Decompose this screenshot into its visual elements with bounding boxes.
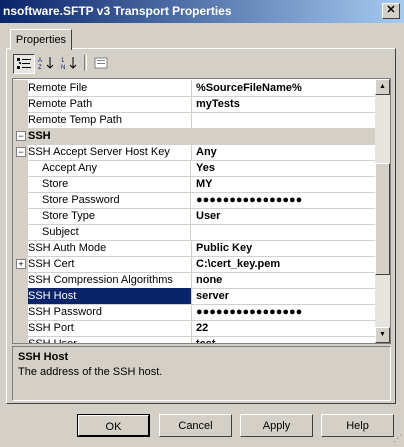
property-row[interactable]: SSH Auth Mode Public Key [13, 240, 375, 257]
property-name: Remote Temp Path [28, 112, 192, 128]
cancel-button[interactable]: Cancel [159, 414, 232, 437]
property-row[interactable]: Remote File %SourceFileName% [13, 80, 375, 97]
row-gutter: − [13, 128, 28, 144]
svg-text:Z: Z [38, 65, 42, 70]
scroll-up-icon[interactable]: ▲ [375, 79, 390, 95]
property-name: SSH User [28, 336, 192, 343]
row-gutter [13, 272, 28, 288]
property-value[interactable]: %SourceFileName% [193, 80, 375, 96]
svg-text:A: A [38, 58, 42, 64]
row-gutter [13, 112, 28, 128]
row-gutter [13, 80, 28, 96]
row-gutter [13, 240, 28, 256]
row-gutter [13, 224, 28, 240]
property-pages-icon[interactable] [91, 54, 111, 72]
property-value[interactable]: ●●●●●●●●●●●●●●●● [193, 192, 375, 208]
ok-button[interactable]: OK [77, 414, 150, 437]
row-gutter [13, 176, 28, 192]
property-value[interactable]: myTests [193, 96, 375, 112]
property-value[interactable]: C:\cert_key.pem [193, 256, 375, 272]
row-gutter [13, 192, 28, 208]
property-value[interactable]: Yes [193, 160, 375, 176]
row-gutter [13, 160, 28, 176]
property-name: SSH Port [28, 320, 192, 336]
categorized-icon[interactable] [13, 54, 35, 74]
row-gutter [13, 336, 28, 343]
property-value[interactable]: MY [193, 176, 375, 192]
property-value[interactable]: test [193, 336, 375, 343]
property-name: Remote Path [28, 96, 192, 112]
description-title: SSH Host [18, 351, 69, 363]
expand-icon[interactable]: + [16, 259, 26, 269]
property-value[interactable] [193, 224, 375, 240]
row-gutter [13, 304, 28, 320]
sort-numeric-icon[interactable]: 1N [59, 54, 79, 72]
scroll-thumb[interactable] [375, 163, 390, 275]
property-row[interactable]: SSH Port 22 [13, 320, 375, 337]
property-name: Subject [28, 224, 191, 240]
vertical-scrollbar[interactable]: ▲ ▼ [375, 79, 390, 343]
property-name: SSH Accept Server Host Key [28, 144, 192, 160]
property-row[interactable]: SSH Password ●●●●●●●●●●●●●●●● [13, 304, 375, 321]
property-value[interactable]: ●●●●●●●●●●●●●●●● [193, 304, 375, 320]
category-row[interactable]: − SSH [13, 128, 375, 145]
property-name: Accept Any [28, 160, 191, 176]
property-value[interactable]: none [193, 272, 375, 288]
property-row[interactable]: Store MY [13, 176, 375, 193]
property-name: SSH [28, 130, 51, 142]
property-row[interactable]: Remote Temp Path [13, 112, 375, 129]
property-row[interactable]: SSH Host server [13, 288, 375, 305]
svg-text:1: 1 [61, 58, 65, 64]
row-gutter [13, 208, 28, 224]
alphabetical-icon[interactable]: AZ [36, 54, 56, 72]
property-row[interactable]: SSH User test [13, 336, 375, 343]
property-row[interactable]: Subject [13, 224, 375, 241]
description-text: The address of the SSH host. [18, 366, 163, 378]
property-name: Remote File [28, 80, 192, 96]
property-value[interactable] [193, 112, 375, 128]
svg-text:N: N [61, 65, 65, 70]
apply-button[interactable]: Apply [240, 414, 313, 437]
property-name: SSH Password [28, 304, 192, 320]
property-row[interactable]: Store Password ●●●●●●●●●●●●●●●● [13, 192, 375, 209]
property-name: SSH Auth Mode [28, 240, 192, 256]
collapse-icon[interactable]: − [16, 147, 26, 157]
window-title: nsoftware.SFTP v3 Transport Properties [3, 4, 232, 18]
close-icon[interactable]: ✕ [382, 3, 400, 19]
property-row[interactable]: − SSH Accept Server Host Key Any [13, 144, 375, 161]
tab-properties[interactable]: Properties [10, 29, 72, 50]
collapse-icon[interactable]: − [16, 131, 26, 141]
row-gutter [13, 96, 28, 112]
description-pane: SSH Host The address of the SSH host. [12, 346, 391, 401]
help-button[interactable]: Help [321, 414, 394, 437]
property-name: Store Type [28, 208, 191, 224]
property-value[interactable]: server [193, 288, 375, 304]
property-row[interactable]: Store Type User [13, 208, 375, 225]
property-row[interactable]: + SSH Cert C:\cert_key.pem [13, 256, 375, 273]
resize-grip-icon[interactable]: ⋰ [390, 433, 402, 445]
toolbar-separator [84, 55, 87, 71]
property-name: SSH Compression Algorithms [28, 272, 192, 288]
property-value[interactable]: Public Key [193, 240, 375, 256]
row-gutter [13, 320, 28, 336]
property-value[interactable]: Any [193, 144, 375, 160]
row-gutter [13, 288, 28, 304]
property-row[interactable]: SSH Compression Algorithms none [13, 272, 375, 289]
property-value[interactable]: 22 [193, 320, 375, 336]
row-gutter: + [13, 256, 28, 272]
property-grid-toolbar: AZ 1N [9, 53, 389, 75]
property-row[interactable]: Remote Path myTests [13, 96, 375, 113]
scroll-down-icon[interactable]: ▼ [375, 327, 390, 343]
property-name: Store Password [28, 192, 191, 208]
property-row[interactable]: Accept Any Yes [13, 160, 375, 177]
title-bar: nsoftware.SFTP v3 Transport Properties ✕ [0, 0, 404, 23]
property-name: SSH Cert [28, 256, 192, 272]
property-name: SSH Host [28, 288, 192, 304]
property-grid[interactable]: Remote File %SourceFileName% Remote Path my… [12, 78, 391, 344]
row-gutter: − [13, 144, 28, 160]
property-value[interactable]: User [193, 208, 375, 224]
property-name: Store [28, 176, 191, 192]
